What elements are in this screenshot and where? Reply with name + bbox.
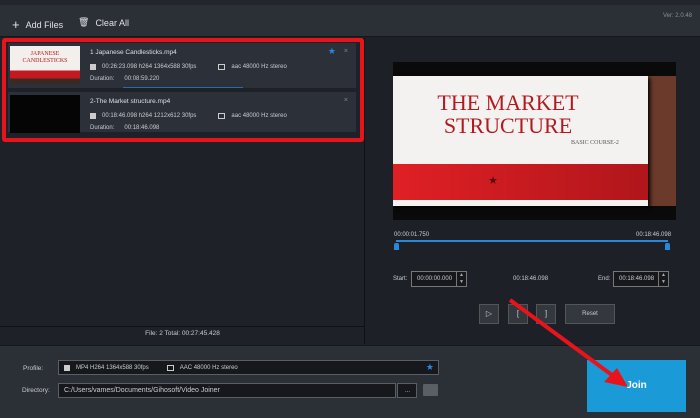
red-arrow-annotation: [508, 298, 628, 387]
